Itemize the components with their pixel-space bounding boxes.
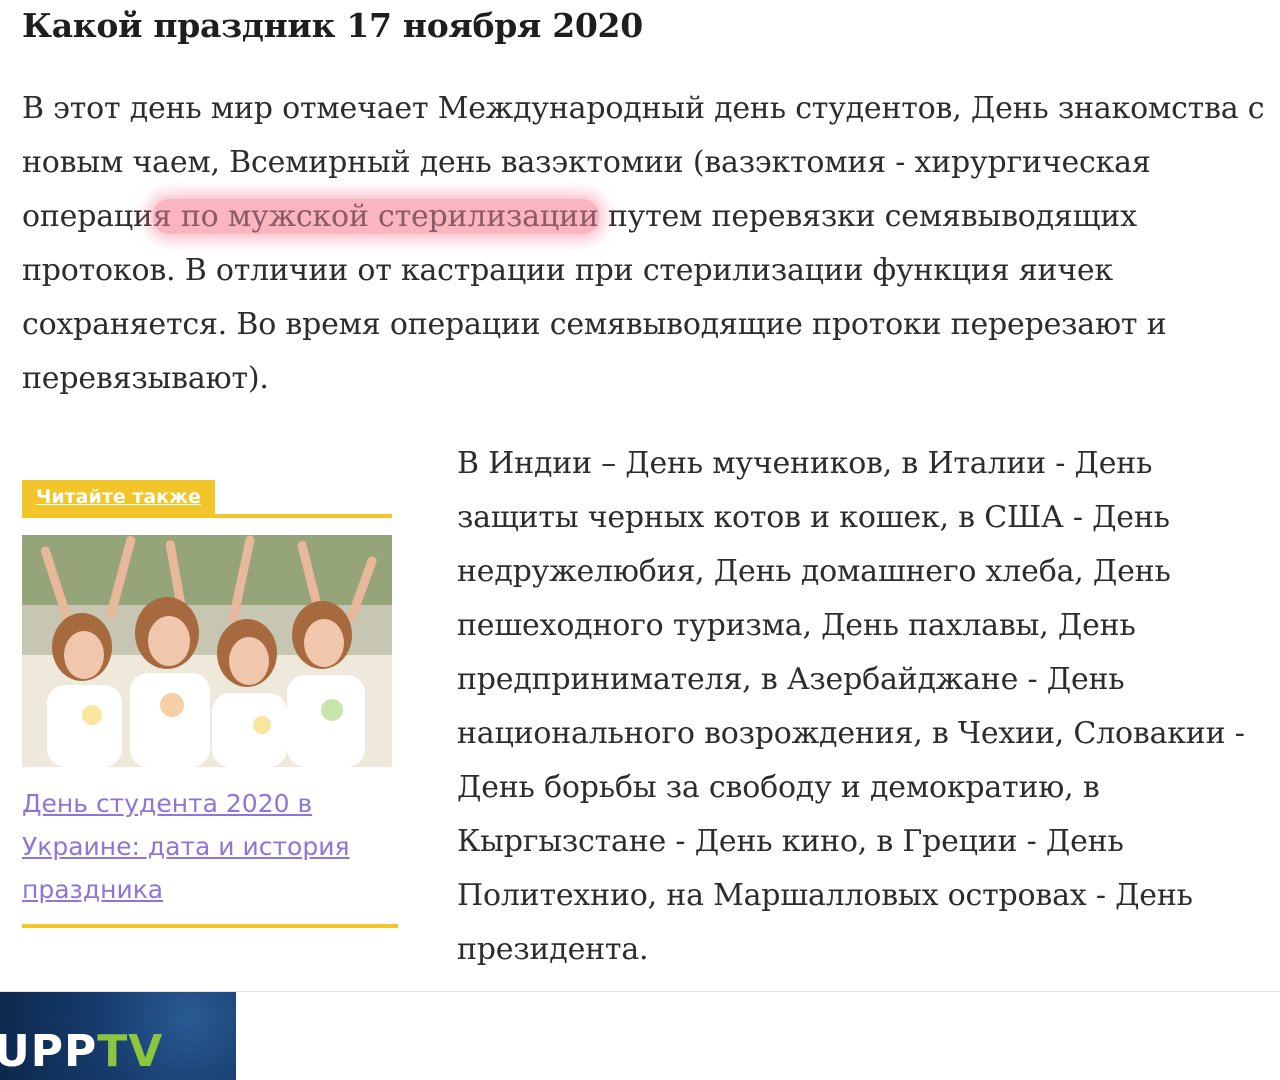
upptv-logo-main: UPP <box>0 1026 98 1077</box>
upptv-logo-accent: TV <box>97 1026 164 1077</box>
article-lead-paragraph: В этот день мир отмечает Международный д… <box>22 82 1272 406</box>
highlighted-text: я по мужской стерилизации <box>152 199 599 234</box>
read-also-label[interactable]: Читайте также <box>22 480 215 514</box>
upptv-ad-banner[interactable]: UPPTV <box>0 992 236 1080</box>
students-photo-illustration <box>22 535 392 767</box>
article-body-paragraph: В Индии – День мучеников, в Италии - Ден… <box>457 446 1245 967</box>
upptv-logo: UPPTV <box>0 1026 163 1077</box>
article-heading: Какой праздник 17 ноября 2020 <box>22 6 643 45</box>
read-also-bottom-line <box>22 924 398 928</box>
read-also-header: Читайте также <box>22 480 392 518</box>
read-also-top-line <box>22 514 392 518</box>
read-also-article-link[interactable]: День студента 2020 в Украине: дата и ист… <box>22 782 392 911</box>
read-also-thumbnail[interactable] <box>22 535 392 767</box>
